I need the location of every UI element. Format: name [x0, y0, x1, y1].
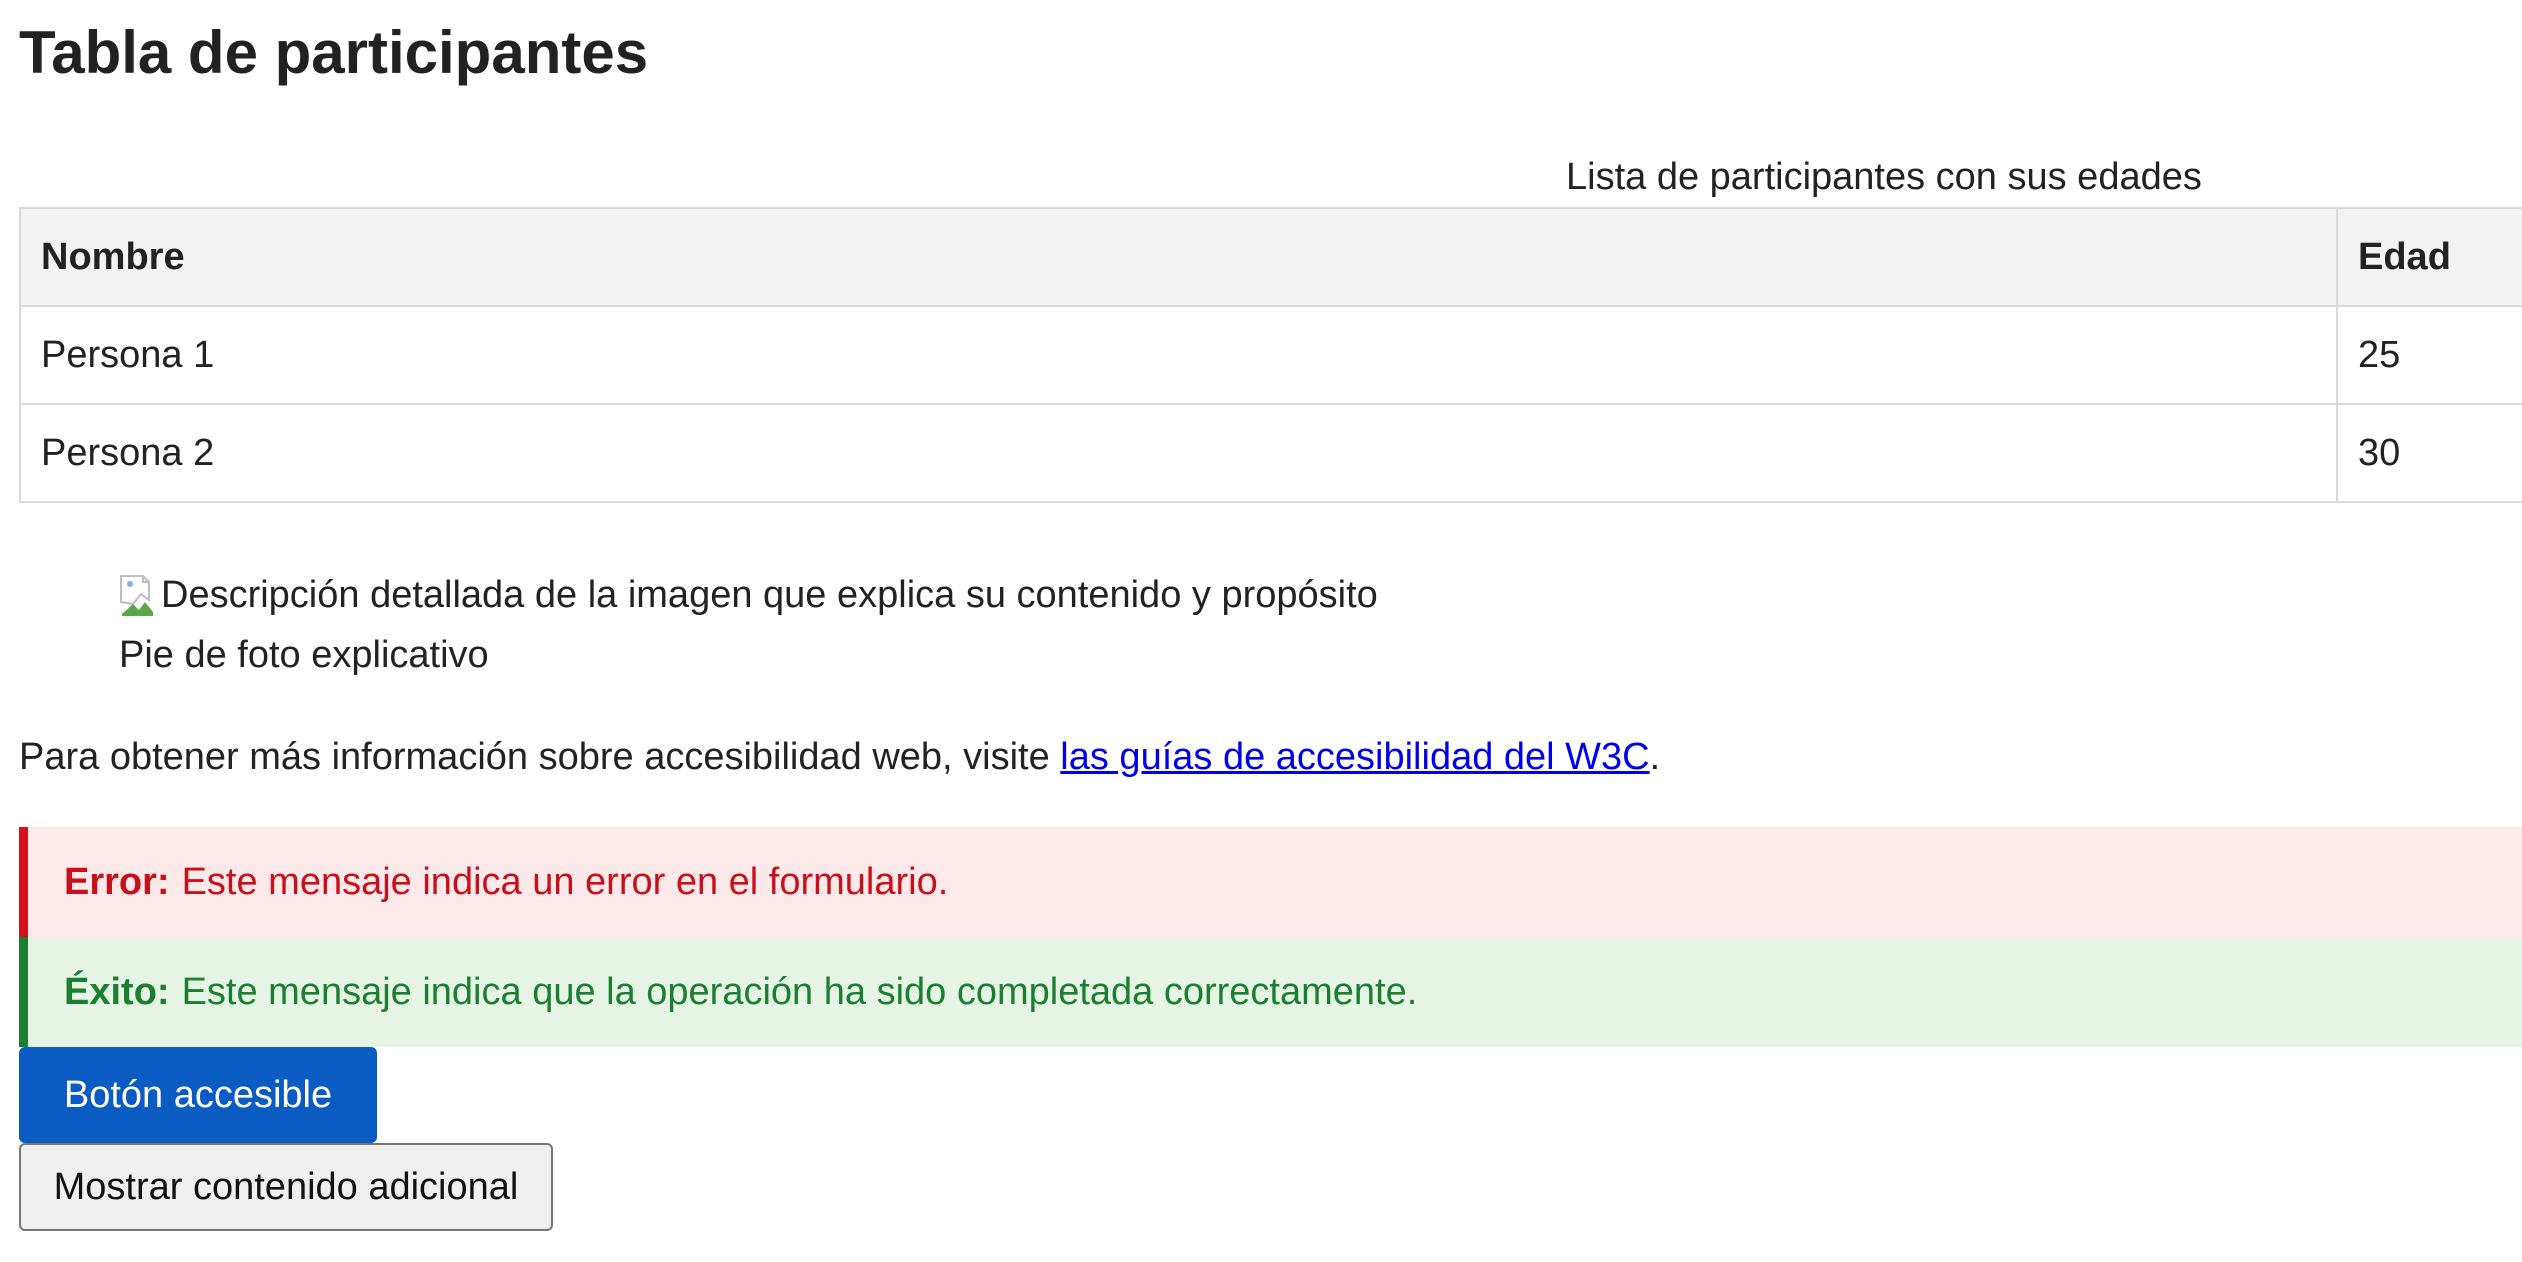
table-row: Persona 1 25 [19, 305, 2522, 405]
success-label: Éxito: [64, 970, 170, 1013]
error-message: Este mensaje indica un error en el formu… [181, 860, 949, 903]
page-title: Tabla de participantes [19, 19, 649, 86]
error-alert: Error: Este mensaje indica un error en e… [19, 827, 2522, 937]
error-label: Error: [64, 860, 170, 903]
info-paragraph: Para obtener más información sobre acces… [19, 728, 1660, 786]
table-caption: Lista de participantes con sus edades [1566, 156, 2202, 198]
info-text-end: . [1649, 736, 1661, 778]
image-caption: Pie de foto explicativo [119, 634, 489, 676]
image-placeholder: Descripción detallada de la imagen que e… [119, 566, 1378, 624]
figure: Descripción detallada de la imagen que e… [119, 566, 1378, 684]
cell-name: Persona 1 [19, 305, 2338, 405]
info-text: Para obtener más información sobre acces… [19, 736, 1061, 778]
image-alt-text: Descripción detallada de la imagen que e… [161, 574, 1378, 616]
participants-table: Nombre Edad Persona 1 25 Persona 2 30 [19, 207, 2522, 503]
broken-image-icon [119, 572, 159, 618]
cell-age: 25 [2336, 305, 2522, 405]
cell-name: Persona 2 [19, 403, 2338, 503]
success-message: Este mensaje indica que la operación ha … [181, 970, 1418, 1013]
w3c-guidelines-link[interactable]: las guías de accesibilidad del W3C [1060, 736, 1649, 778]
success-alert: Éxito: Este mensaje indica que la operac… [19, 937, 2522, 1047]
show-more-button[interactable]: Mostrar contenido adicional [19, 1143, 553, 1231]
column-header-name: Nombre [19, 207, 2338, 307]
column-header-age: Edad [2336, 207, 2522, 307]
table-row: Persona 2 30 [19, 403, 2522, 503]
accessible-button[interactable]: Botón accesible [19, 1047, 377, 1143]
page: Tabla de participantes Lista de particip… [0, 0, 2522, 1262]
cell-age: 30 [2336, 403, 2522, 503]
table-header-row: Nombre Edad [19, 207, 2522, 307]
